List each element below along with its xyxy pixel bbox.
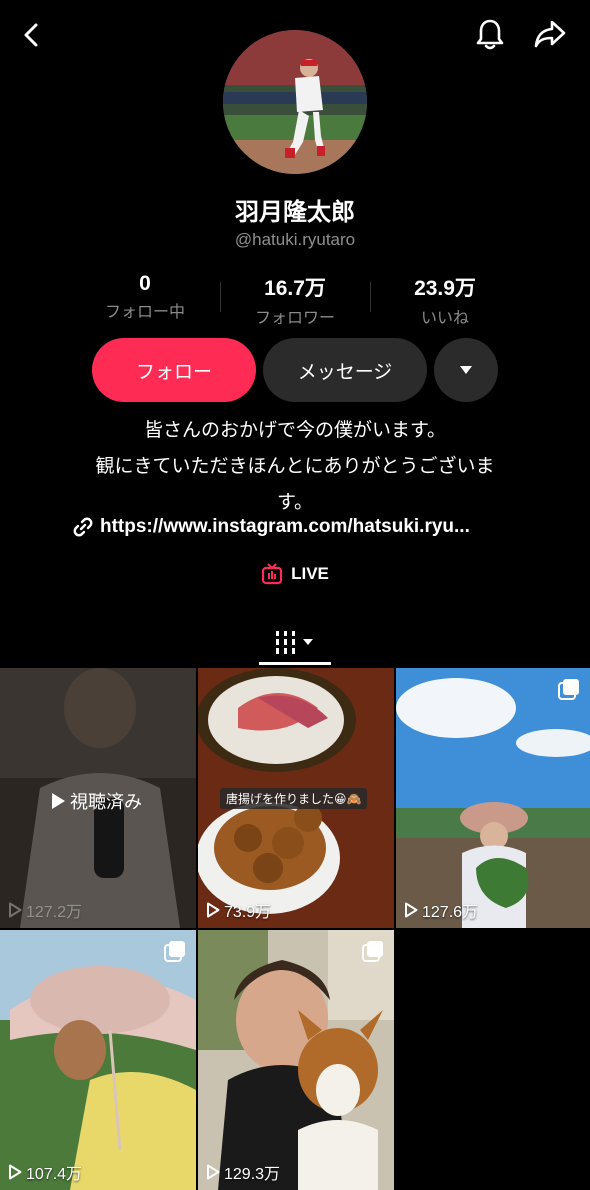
- share-button[interactable]: [530, 14, 570, 54]
- profile-handle: @hatuki.ryutaro: [234, 230, 356, 249]
- view-count: 129.3万: [206, 1160, 280, 1184]
- share-icon: [534, 20, 566, 48]
- view-count-text: 127.6万: [422, 904, 479, 921]
- bio-line: 観にきていただきほんとにありがとうございま: [95, 455, 495, 477]
- back-button[interactable]: [14, 18, 48, 52]
- stat-followers-count: 16.7万: [264, 277, 326, 300]
- bio-line: 皆さんのおかげで今の僕がいます。: [143, 419, 447, 441]
- view-count: 127.6万: [404, 898, 478, 922]
- view-count-text: 129.3万: [224, 1166, 281, 1183]
- view-count-text: 73.9万: [224, 904, 272, 921]
- stat-followers-label: フォロワー: [254, 308, 335, 327]
- play-outline-icon: [207, 902, 220, 918]
- multi-photo-icon: [558, 678, 580, 704]
- video-thumbnail[interactable]: 唐揚げを作りました😀🙈 73.9万: [198, 668, 394, 928]
- video-thumbnail[interactable]: 視聴済み 127.2万: [0, 668, 196, 928]
- stat-following[interactable]: 0 フォロー中: [70, 272, 220, 322]
- follow-button[interactable]: フォロー: [92, 338, 256, 402]
- live-button[interactable]: LIVE: [0, 563, 590, 585]
- bio-line: す。: [276, 491, 314, 513]
- stat-following-label: フォロー中: [104, 302, 185, 321]
- stat-likes[interactable]: 23.9万 いいね: [370, 272, 520, 328]
- profile-name: 羽月隆太郎: [235, 198, 355, 226]
- tab-videos[interactable]: [259, 620, 331, 666]
- video-caption: 唐揚げを作りました😀🙈: [220, 788, 368, 809]
- bell-icon: [476, 19, 504, 50]
- view-count-text: 107.4万: [26, 1166, 83, 1183]
- notification-button[interactable]: [470, 14, 510, 54]
- watched-overlay: 視聴済み: [50, 788, 142, 814]
- video-thumbnail-image: [396, 668, 590, 928]
- photo-post-thumbnail[interactable]: 129.3万: [198, 930, 394, 1190]
- multi-photo-icon: [164, 940, 186, 966]
- avatar-image: [223, 30, 367, 174]
- link-icon: [73, 517, 93, 537]
- live-label: LIVE: [291, 564, 329, 583]
- play-outline-icon: [405, 902, 418, 918]
- message-button[interactable]: メッセージ: [263, 338, 427, 402]
- view-count-text: 127.2万: [26, 904, 83, 921]
- caret-down-icon: [460, 366, 472, 374]
- grid-icon: [276, 631, 313, 654]
- play-outline-icon: [9, 1164, 22, 1180]
- video-thumbnail-image: [0, 930, 196, 1190]
- multi-photo-icon: [362, 940, 384, 966]
- stat-likes-label: いいね: [420, 308, 469, 327]
- photo-post-thumbnail[interactable]: 127.6万: [396, 668, 590, 928]
- video-thumbnail-image: [198, 930, 394, 1190]
- stat-following-count: 0: [139, 272, 151, 295]
- play-outline-icon: [207, 1164, 220, 1180]
- profile-link[interactable]: https://www.instagram.com/hatsuki.ryu...: [72, 516, 470, 538]
- live-icon: [261, 563, 283, 585]
- tab-underline: [259, 662, 331, 665]
- play-icon: [52, 793, 65, 809]
- stat-likes-count: 23.9万: [414, 277, 476, 300]
- photo-post-thumbnail[interactable]: 107.4万: [0, 930, 196, 1190]
- play-outline-icon: [9, 902, 22, 918]
- view-count: 73.9万: [206, 898, 271, 922]
- profile-link-text: https://www.instagram.com/hatsuki.ryu...: [100, 516, 470, 537]
- watched-label: 視聴済み: [70, 792, 142, 813]
- more-button[interactable]: [434, 338, 498, 402]
- avatar[interactable]: [223, 30, 367, 174]
- stat-followers[interactable]: 16.7万 フォロワー: [220, 272, 370, 328]
- view-count: 127.2万: [8, 898, 82, 922]
- back-icon: [24, 23, 38, 47]
- view-count: 107.4万: [8, 1160, 82, 1184]
